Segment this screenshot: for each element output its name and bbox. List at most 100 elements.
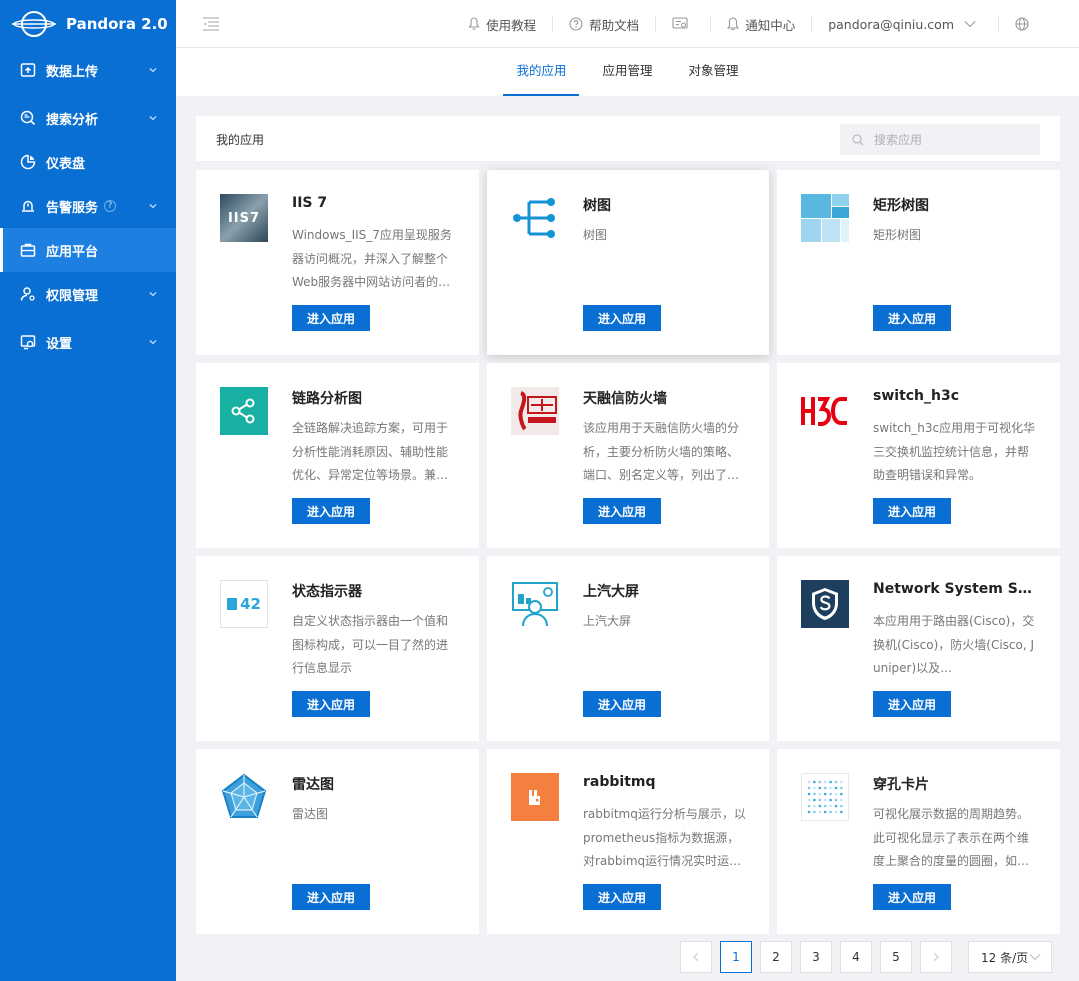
app-title: rabbitmq [583,774,656,790]
app-card: 天融信防火墙 该应用用于天融信防火墙的分析，主要分析防火墙的策略、端口、别名定义… [487,363,769,548]
punch-card-dot [818,786,822,790]
search-input[interactable] [874,132,1024,147]
app-card: 树图 树图 进入应用 [487,170,769,355]
punch-card-dot [840,780,843,784]
next-page-button[interactable] [920,941,952,973]
punch-card-dot [807,792,811,796]
enter-app-button[interactable]: 进入应用 [583,884,661,910]
enter-app-button[interactable]: 进入应用 [292,498,370,524]
status-indicator-icon: 42 [220,580,268,628]
punch-card-dot [829,798,832,802]
enter-app-button[interactable]: 进入应用 [583,691,661,717]
punch-card-dot [829,786,832,790]
tab-bar: 我的应用 应用管理 对象管理 [176,48,1079,96]
punch-card-dot [823,798,827,802]
app-card: 上汽大屏 上汽大屏 进入应用 [487,556,769,741]
chevron-left-icon [693,952,699,962]
app-title: 穿孔卡片 [873,777,929,793]
top-header: 使用教程 帮助文档 通知中心 pandora@qiniu.com [176,0,1079,48]
dashboard-icon [20,154,36,170]
punch-card-dot [840,798,843,802]
enter-app-button[interactable]: 进入应用 [873,498,951,524]
menu-collapse-icon[interactable] [202,16,220,32]
enter-app-button[interactable]: 进入应用 [583,305,661,331]
feedback-icon [672,17,688,29]
h3c-logo [801,387,849,435]
sidebar-item-permission[interactable]: 权限管理 [0,272,176,316]
punch-card-dot [807,780,811,784]
sidebar-item-data-upload[interactable]: 数据上传 [0,48,176,92]
pagination: 1 2 3 4 5 12 条/页 [672,941,1052,973]
sidebar-item-alarm[interactable]: 告警服务 ? [0,184,176,228]
app-description: 可视化展示数据的周期趋势。此可视化显示了表示在两个维度上聚合的度量的圆圈，如… [873,807,1030,868]
sidebar-item-settings[interactable]: 设置 [0,320,176,364]
punch-card-dot [823,792,827,796]
prev-page-button[interactable] [680,941,712,973]
bell-icon [727,17,740,31]
app-description: 本应用用于路由器(Cisco)，交换机(Cisco)，防火墙(Cisco, Ju… [873,614,1035,675]
help-docs-link[interactable]: 帮助文档 [552,16,655,33]
sidebar-item-label: 权限管理 [46,288,99,304]
enter-app-button[interactable]: 进入应用 [583,498,661,524]
punch-card-dot [818,780,822,784]
app-description: 矩形树图 [873,228,922,242]
page-size-select[interactable]: 12 条/页 [968,941,1052,973]
punch-card-dot [829,792,832,796]
search-analysis-icon [20,110,36,126]
page-button[interactable]: 3 [800,941,832,973]
tree-diagram-icon [511,194,559,242]
sidebar-item-label: 应用平台 [46,244,99,260]
language-switch[interactable] [998,16,1079,32]
feedback-button[interactable] [655,16,710,32]
pandora-logo-icon [12,11,56,37]
app-description: Windows_IIS_7应用呈现服务器访问概况，并深入了解整个Web服务器中网… [292,228,452,289]
chevron-right-icon [933,952,939,962]
search-box[interactable] [840,124,1040,155]
punch-card-dot [823,780,827,784]
enter-app-button[interactable]: 进入应用 [292,884,370,910]
tutorial-link[interactable]: 使用教程 [452,16,552,33]
brand[interactable]: Pandora 2.0 [0,0,176,48]
user-menu[interactable]: pandora@qiniu.com [811,16,998,32]
page-button[interactable]: 2 [760,941,792,973]
sidebar: Pandora 2.0 数据上传 搜索分析 仪表盘 告警服务 ? 应用平台 权限… [0,0,176,981]
tab-my-apps[interactable]: 我的应用 [503,48,580,96]
tab-object-management[interactable]: 对象管理 [676,48,752,96]
sidebar-item-label: 设置 [46,336,73,352]
app-title: 矩形树图 [873,198,929,214]
punch-card-dot [813,780,816,784]
punch-card-dot [813,792,816,796]
app-card: 矩形树图 矩形树图 进入应用 [777,170,1060,355]
iis7-logo-text: IIS7 [227,210,261,226]
page-button[interactable]: 4 [840,941,872,973]
help-badge-icon[interactable]: ? [104,200,117,212]
app-grid: IIS7 IIS 7 Windows_IIS_7应用呈现服务器访问概况，并深入了… [196,170,1060,934]
enter-app-button[interactable]: 进入应用 [292,305,370,331]
app-card: Network System Secu… 本应用用于路由器(Cisco)，交换机… [777,556,1060,741]
app-card: rabbitmq rabbitmq运行分析与展示，以prometheus指标为数… [487,749,769,934]
enter-app-button[interactable]: 进入应用 [873,305,951,331]
sidebar-item-label: 搜索分析 [46,112,99,128]
punch-card-dot [823,810,827,814]
app-card: switch_h3c switch_h3c应用用于可视化华三交换机监控统计信息，… [777,363,1060,548]
punch-card-dot [834,780,838,784]
sidebar-item-dashboard[interactable]: 仪表盘 [0,140,176,184]
punch-card-dot [813,810,816,814]
enter-app-button[interactable]: 进入应用 [292,691,370,717]
tab-app-management[interactable]: 应用管理 [589,48,665,96]
page-button[interactable]: 1 [720,941,752,973]
upload-icon [20,62,36,78]
notification-center-link[interactable]: 通知中心 [710,16,811,33]
sidebar-item-app-platform[interactable]: 应用平台 [0,228,176,272]
bell-tutorial-icon [468,17,480,30]
punch-card-dot [807,798,811,802]
punch-card-dot [813,786,816,790]
link-analysis-icon [220,387,268,435]
globe-icon [1015,17,1029,31]
radar-chart-icon [220,773,268,821]
sidebar-item-search-analysis[interactable]: 搜索分析 [0,96,176,140]
enter-app-button[interactable]: 进入应用 [873,691,951,717]
user-email: pandora@qiniu.com [828,16,954,32]
page-button[interactable]: 5 [880,941,912,973]
enter-app-button[interactable]: 进入应用 [873,884,951,910]
